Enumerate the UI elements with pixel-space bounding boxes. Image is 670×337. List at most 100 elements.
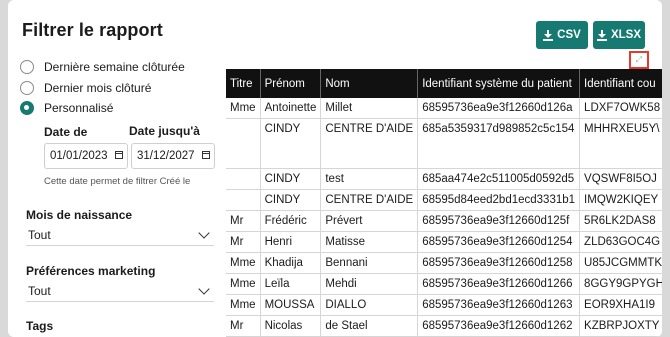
calendar-icon[interactable] — [202, 151, 210, 159]
table-cell: ZLD63GOC4G — [579, 231, 662, 253]
column-header[interactable]: Identifiant cou — [579, 69, 662, 98]
table-cell: Frédéric — [260, 210, 322, 232]
table-cell: Mme — [226, 252, 261, 274]
table-cell: 5R6LK2DAS8 — [579, 210, 662, 232]
chevron-down-icon — [198, 283, 210, 295]
table-cell: Mr — [226, 231, 261, 253]
column-header[interactable]: Identifiant système du patient — [417, 69, 581, 98]
export-csv-label: CSV — [557, 29, 581, 41]
table-cell: Millet — [320, 98, 419, 119]
marketing-label: Préférences marketing — [26, 264, 156, 278]
table-cell: VQSWF8I5OJ — [579, 168, 662, 190]
radio-label: Dernière semaine clôturée — [44, 60, 185, 74]
table-cell: CENTRE D'AIDE — [320, 189, 419, 211]
radio-indicator[interactable] — [20, 81, 34, 95]
date-from-value: 01/01/2023 — [50, 150, 108, 162]
radio-label: Personnalisé — [44, 101, 114, 115]
table-row: Mme Khadija Bennani 68595736ea9e3f12660d125… — [226, 252, 662, 274]
export-csv-button[interactable]: CSV — [536, 21, 588, 49]
column-header[interactable]: Nom — [320, 69, 419, 98]
report-table-container[interactable]: Titre Prénom Nom Identifiant système du … — [226, 69, 662, 337]
table-cell: 68595d84eed2bd1ecd3331b1 — [417, 189, 581, 211]
date-to-label: Date jusqu'à — [129, 124, 200, 138]
table-cell: IMQW2KIQEY — [579, 189, 662, 211]
table-cell: Mehdi — [320, 273, 419, 295]
export-xlsx-label: XLSX — [610, 29, 642, 41]
radio-last-month[interactable]: Dernier mois clôturé — [20, 78, 151, 98]
date-to-input[interactable]: 31/12/2027 — [131, 143, 215, 169]
table-cell: Mme — [226, 273, 261, 295]
table-cell: 68595736ea9e3f12660d1254 — [417, 231, 581, 253]
radio-indicator[interactable] — [20, 60, 34, 74]
table-cell: Bennani — [320, 252, 419, 274]
radio-indicator-selected[interactable] — [20, 101, 34, 115]
calendar-icon[interactable] — [115, 151, 123, 159]
table-cell: 68595736ea9e3f12660d126a — [417, 98, 581, 119]
column-header[interactable]: Titre — [226, 69, 261, 98]
table-cell: DIALLO — [320, 294, 419, 316]
date-to-value: 31/12/2027 — [137, 150, 195, 162]
table-cell: 68595736ea9e3f12660d1258 — [417, 252, 581, 274]
table-cell: Khadija — [260, 252, 322, 274]
table-cell: 685a5359317d989852c5c154 — [417, 118, 581, 169]
table-cell: test — [320, 168, 419, 190]
table-cell: CINDY — [260, 168, 322, 190]
table-row: Mme Leïla Mehdi 68595736ea9e3f12660d1266 8GG… — [226, 273, 662, 295]
download-icon — [543, 29, 554, 41]
table-cell: Henri — [260, 231, 322, 253]
table-cell: Nicolas — [260, 315, 322, 337]
expand-table-button[interactable]: ⤢ — [629, 51, 649, 69]
table-row: CINDY CENTRE D'AIDE 685a5359317d989852c5c1… — [226, 118, 662, 169]
table-cell: U85JCGMMTK — [579, 252, 662, 274]
table-row: Mr Henri Matisse 68595736ea9e3f12660d1254 ZL… — [226, 231, 662, 253]
table-cell: 68595736ea9e3f12660d125f — [417, 210, 581, 232]
marketing-value: Tout — [28, 283, 51, 298]
table-cell: MHHRXEU5Y\ — [579, 118, 662, 169]
table-cell: 685aa474e2c511005d0592d5 — [417, 168, 581, 190]
filter-report-panel: Filtrer le rapport Dernière semaine clôt… — [8, 0, 662, 337]
chevron-down-icon — [198, 227, 210, 239]
table-cell — [226, 189, 261, 211]
table-cell: KZBRPJOXTY — [579, 315, 662, 337]
tags-label: Tags — [26, 319, 54, 333]
table-cell: Antoinette — [260, 98, 322, 119]
birth-month-value: Tout — [28, 227, 51, 242]
table-cell: Mme — [226, 98, 261, 119]
table-cell: 8GGY9GPYGH — [579, 273, 662, 295]
table-cell: 68595736ea9e3f12660d1263 — [417, 294, 581, 316]
table-cell: Prévert — [320, 210, 419, 232]
radio-custom[interactable]: Personnalisé — [20, 98, 113, 118]
table-cell: CINDY — [260, 189, 322, 211]
table-header-row: Titre Prénom Nom Identifiant système du … — [226, 69, 662, 98]
table-row: Mr Frédéric Prévert 68595736ea9e3f12660d125… — [226, 210, 662, 232]
radio-last-week[interactable]: Dernière semaine clôturée — [20, 57, 185, 77]
table-row: CINDY test 685aa474e2c511005d0592d5 VQSWF8I… — [226, 168, 662, 190]
radio-label: Dernier mois clôturé — [44, 81, 152, 95]
table-row: Mme MOUSSA DIALLO 68595736ea9e3f12660d1263 E… — [226, 294, 662, 316]
export-xlsx-button[interactable]: XLSX — [593, 21, 645, 49]
table-row: Mr Nicolas de Stael 68595736ea9e3f12660d126… — [226, 315, 662, 337]
date-helper-text: Cette date permet de filtrer Créé le — [44, 176, 191, 187]
birth-month-select[interactable]: Tout — [26, 224, 214, 246]
table-cell: Matisse — [320, 231, 419, 253]
page-title: Filtrer le rapport — [22, 20, 163, 40]
table-row: Mme Antoinette Millet 68595736ea9e3f12660d1… — [226, 98, 662, 119]
table-cell: 68595736ea9e3f12660d1266 — [417, 273, 581, 295]
table-cell: CENTRE D'AIDE — [320, 118, 419, 169]
table-cell: CINDY — [260, 118, 322, 169]
table-cell: Mr — [226, 315, 261, 337]
table-cell: 68595736ea9e3f12660d1262 — [417, 315, 581, 337]
table-cell: Mme — [226, 294, 261, 316]
table-cell: Leïla — [260, 273, 322, 295]
date-from-label: Date de — [44, 125, 88, 139]
date-from-input[interactable]: 01/01/2023 — [44, 143, 128, 169]
download-icon — [596, 29, 607, 41]
table-row: CINDY CENTRE D'AIDE 68595d84eed2bd1ecd3331… — [226, 189, 662, 211]
table-cell: Mr — [226, 210, 261, 232]
birth-month-label: Mois de naissance — [26, 208, 133, 222]
marketing-select[interactable]: Tout — [26, 280, 214, 302]
column-header[interactable]: Prénom — [260, 69, 322, 98]
report-table: Titre Prénom Nom Identifiant système du … — [226, 69, 662, 337]
table-cell: de Stael — [320, 315, 419, 337]
table-cell: EOR9XHA1I9 — [579, 294, 662, 316]
